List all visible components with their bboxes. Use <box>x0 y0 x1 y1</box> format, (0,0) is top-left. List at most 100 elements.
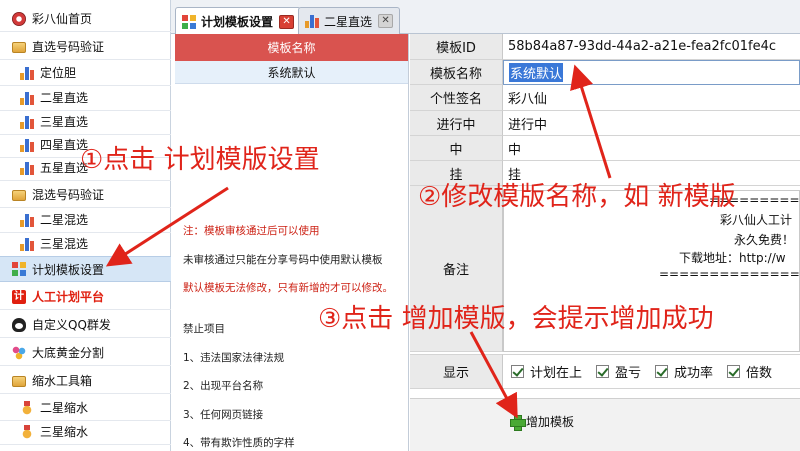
bar-chart-icon <box>20 213 34 227</box>
sidebar-item-position[interactable]: 定位胆 <box>0 60 171 86</box>
selected-text: 系统默认 <box>509 63 564 82</box>
sidebar-item-qq-broadcast[interactable]: 自定义QQ群发 <box>0 312 171 338</box>
gold-icon <box>12 345 26 360</box>
tab-2star-direct[interactable]: 二星直选 ✕ <box>298 7 401 34</box>
checkbox-multiplier[interactable]: 倍数 <box>727 362 772 381</box>
folder-icon <box>12 42 26 53</box>
field-label: 模板ID <box>410 34 503 60</box>
checkbox-success-rate[interactable]: 成功率 <box>655 362 713 381</box>
checkbox-label: 计划在上 <box>530 366 583 381</box>
annotation-step1: ①点击 计划模版设置 <box>80 145 320 175</box>
note-text: 4、带有欺诈性质的字样 <box>183 437 295 449</box>
plan-icon: 计 <box>12 289 26 304</box>
row-in-progress: 进行中 进行中 <box>410 111 800 136</box>
sidebar-item-label: 人工计划平台 <box>32 290 105 304</box>
note-text: 3、任何网页链接 <box>183 409 264 421</box>
sidebar-item-label: 混选号码验证 <box>32 188 105 202</box>
signature-input[interactable]: 彩八仙 <box>503 85 800 111</box>
checkbox-profit-loss[interactable]: 盈亏 <box>596 362 641 381</box>
sidebar-item-2star-shrink[interactable]: 二星缩水 <box>0 395 171 421</box>
add-template-button[interactable]: 增加模板 <box>510 413 575 431</box>
check-icon <box>727 365 741 378</box>
tab-bar: 计划模板设置 ✕ 二星直选 ✕ <box>171 0 800 35</box>
checkbox-plan-on-top[interactable]: 计划在上 <box>511 362 582 381</box>
row-display: 显示 计划在上 盈亏 成功率 倍数 <box>410 354 800 389</box>
sidebar-item-2star-mixed[interactable]: 二星混选 <box>0 207 171 233</box>
field-label: 进行中 <box>410 111 503 136</box>
note-text: 未审核通过只能在分享号码中使用默认模板 <box>183 254 383 266</box>
sidebar-item-2star-direct[interactable]: 二星直选 <box>0 85 171 111</box>
bar-chart-icon <box>20 237 34 251</box>
sidebar-item-label: 二星混选 <box>40 213 89 227</box>
row-template-name: 模板名称 系统默认 <box>410 60 800 85</box>
sidebar-item-label: 二星缩水 <box>40 401 89 415</box>
bar-chart-icon <box>20 161 34 175</box>
sidebar-item-plan-template[interactable]: 计划模板设置 <box>0 256 171 282</box>
remark-line: 彩八仙人工计 <box>720 213 793 227</box>
note-text: 注：模板审核通过后可以使用 <box>183 225 320 237</box>
sidebar-group-shrink-tools[interactable]: 缩水工具箱 <box>0 368 171 394</box>
sidebar-item-label: 三星混选 <box>40 237 89 251</box>
hit-input[interactable]: 中 <box>503 136 800 161</box>
annotation-step2: ②修改模版名称，如 新模版 <box>418 182 736 212</box>
sidebar-item-label: 三星直选 <box>40 115 89 129</box>
template-list-panel: 模板名称 系统默认 注：模板审核通过后可以使用 未审核通过只能在分享号码中使用默… <box>175 34 409 451</box>
template-name-input[interactable]: 系统默认 <box>503 60 800 85</box>
list-item[interactable]: 系统默认 <box>175 61 408 84</box>
sidebar-item-label: 彩八仙首页 <box>32 12 93 26</box>
field-label: 个性签名 <box>410 85 503 111</box>
sidebar-item-label: 二星直选 <box>40 91 89 105</box>
sidebar-item-label: 定位胆 <box>40 66 77 80</box>
tab-plan-template[interactable]: 计划模板设置 ✕ <box>175 7 302 35</box>
row-hit: 中 中 <box>410 136 800 161</box>
remark-line: 永久免费！ <box>734 233 795 247</box>
sidebar-item-label: 直选号码验证 <box>32 40 105 54</box>
folder-icon <box>12 376 26 387</box>
note-text: 禁止项目 <box>183 323 225 335</box>
close-icon[interactable]: ✕ <box>378 14 394 28</box>
plus-icon <box>510 414 526 431</box>
sidebar-group-direct-verify[interactable]: 直选号码验证 <box>0 34 171 60</box>
remark-line: 下载地址：http://w <box>679 251 786 265</box>
sidebar-item-manual-plan[interactable]: 计 人工计划平台 <box>0 284 171 310</box>
sidebar-group-mixed-verify[interactable]: 混选号码验证 <box>0 182 171 208</box>
bar-chart-icon <box>20 66 34 80</box>
sidebar-item-home[interactable]: 彩八仙首页 <box>0 6 171 32</box>
close-icon[interactable]: ✕ <box>279 14 295 29</box>
sidebar: 彩八仙首页 直选号码验证 定位胆 二星直选 三星直选 四星直选 五星直选 混选号… <box>0 0 171 451</box>
medal-icon <box>20 400 34 415</box>
sidebar-item-label: 三星缩水 <box>40 425 89 439</box>
sidebar-item-label: 自定义QQ群发 <box>32 318 111 332</box>
tab-label: 计划模板设置 <box>201 15 274 29</box>
medal-icon <box>20 424 34 439</box>
bar-chart-icon <box>20 115 34 129</box>
grid-icon <box>12 262 26 276</box>
template-id-field[interactable]: 58b84a87-93dd-44a2-a21e-fea2fc01fe4c <box>503 34 800 60</box>
sidebar-item-3star-shrink[interactable]: 三星缩水 <box>0 419 171 445</box>
action-bar: 增加模板 <box>410 398 800 451</box>
tab-label: 二星直选 <box>324 14 373 29</box>
row-signature: 个性签名 彩八仙 <box>410 85 800 111</box>
sidebar-item-label: 缩水工具箱 <box>32 374 93 388</box>
check-icon <box>655 365 669 378</box>
sidebar-item-label: 大底黄金分割 <box>32 346 105 360</box>
grid-icon <box>182 14 196 29</box>
bar-chart-icon <box>20 91 34 105</box>
sidebar-item-3star-mixed[interactable]: 三星混选 <box>0 231 171 257</box>
note-text: 2、出现平台名称 <box>183 380 264 392</box>
bar-chart-icon <box>305 14 319 28</box>
field-label: 模板名称 <box>410 60 503 85</box>
check-icon <box>511 365 524 378</box>
note-text: 默认模板无法修改，只有新增的才可以修改。 <box>183 282 393 294</box>
sidebar-item-golden-split[interactable]: 大底黄金分割 <box>0 340 171 366</box>
template-list-header: 模板名称 <box>175 34 408 61</box>
add-template-label: 增加模板 <box>526 415 575 429</box>
note-text: 1、违法国家法律法规 <box>183 352 285 364</box>
annotation-step3: ③点击 增加模版，会提示增加成功 <box>318 304 714 334</box>
folder-icon <box>12 190 26 201</box>
bar-chart-icon <box>20 138 34 152</box>
in-progress-input[interactable]: 进行中 <box>503 111 800 136</box>
checkbox-label: 盈亏 <box>615 366 642 381</box>
remark-line: ================= <box>659 267 800 281</box>
display-options: 计划在上 盈亏 成功率 倍数 <box>503 354 800 389</box>
